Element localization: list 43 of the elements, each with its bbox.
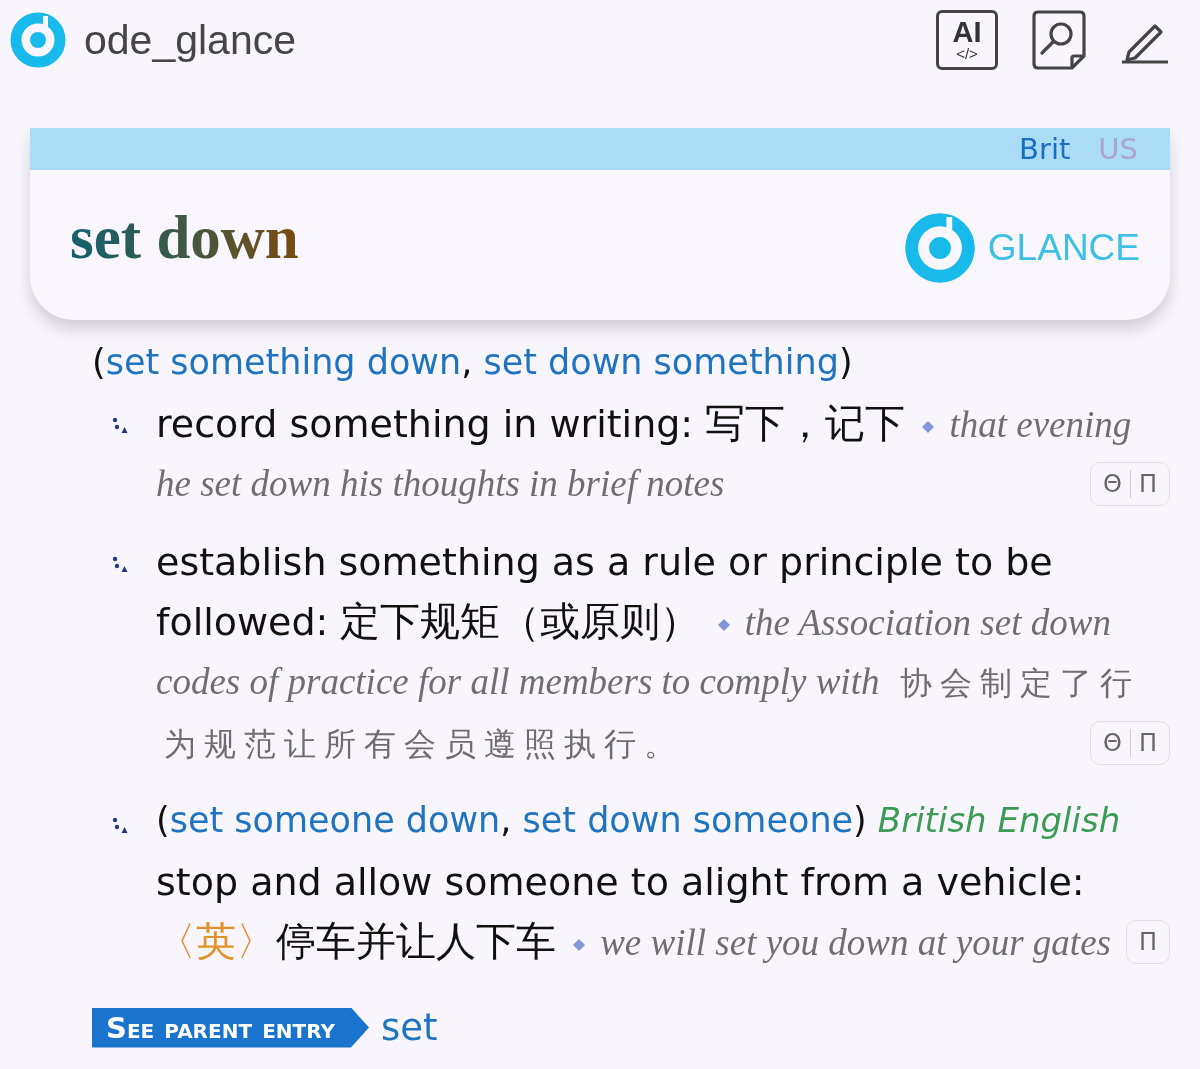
example-text: he set down his thoughts in brief notes	[156, 463, 725, 504]
sense-action-button[interactable]: Π	[1129, 470, 1165, 498]
definition-text: establish something as a rule or principle to be	[156, 540, 1053, 584]
example-translation: 为规范让所有会员遵照执行。	[164, 726, 684, 762]
sense-action-button[interactable]: Π	[1130, 928, 1165, 956]
sense-marker-icon	[112, 416, 128, 434]
phrase-link[interactable]: set down something	[483, 342, 839, 382]
definition-text: record something in writing:	[156, 402, 694, 446]
example-translation: 协会制定了行	[899, 665, 1140, 701]
example-text: we will set you down at your gates	[600, 922, 1111, 963]
phrase-link[interactable]: set down someone	[522, 800, 854, 840]
diamond-icon	[716, 617, 731, 632]
dialect-tab[interactable]: Brit	[1019, 129, 1071, 169]
brand-logo-icon	[903, 212, 976, 284]
parent-entry-badge: See parent entry	[92, 1007, 369, 1048]
phrase-line: (set someone down, set down someone)	[156, 800, 867, 840]
document-search-icon	[1032, 10, 1086, 70]
sense-action-button[interactable]: Θ	[1095, 729, 1130, 757]
brand-name: GLANCE	[987, 227, 1140, 269]
translation-text: 定下规矩（或原则）	[340, 598, 701, 644]
app-title: ode_glance	[84, 16, 297, 64]
sense-marker-icon	[112, 816, 128, 834]
example-text: the Association set down	[744, 602, 1111, 643]
phrase-line: (set something down, set down something)	[92, 341, 854, 384]
app-logo-icon	[10, 12, 66, 68]
document-search-button[interactable]	[1032, 10, 1086, 70]
sense-action-button[interactable]: Θ	[1095, 470, 1130, 498]
translation-text: 写下，记下	[705, 400, 906, 446]
region-label: British English	[877, 800, 1121, 840]
definition-text: followed:	[156, 600, 329, 644]
example-text: codes of practice for all members to comply with	[156, 661, 880, 702]
parent-entry-link[interactable]: set	[381, 1006, 438, 1049]
diamond-icon	[572, 937, 587, 952]
register-label: 〈英〉	[156, 918, 276, 964]
example-text: that evening	[949, 404, 1132, 445]
diamond-icon	[921, 419, 936, 434]
phrase-link[interactable]: set someone down	[169, 800, 501, 840]
ai-code-button[interactable]: AI </>	[936, 10, 998, 70]
phrase-link[interactable]: set something down	[105, 342, 462, 382]
translation-text: 停车并让人下车	[276, 918, 556, 964]
definition-text: stop and allow someone to alight from a vehicle:	[156, 860, 1085, 904]
sense-action-button[interactable]: Π	[1129, 729, 1165, 757]
sense-marker-icon	[112, 555, 128, 573]
